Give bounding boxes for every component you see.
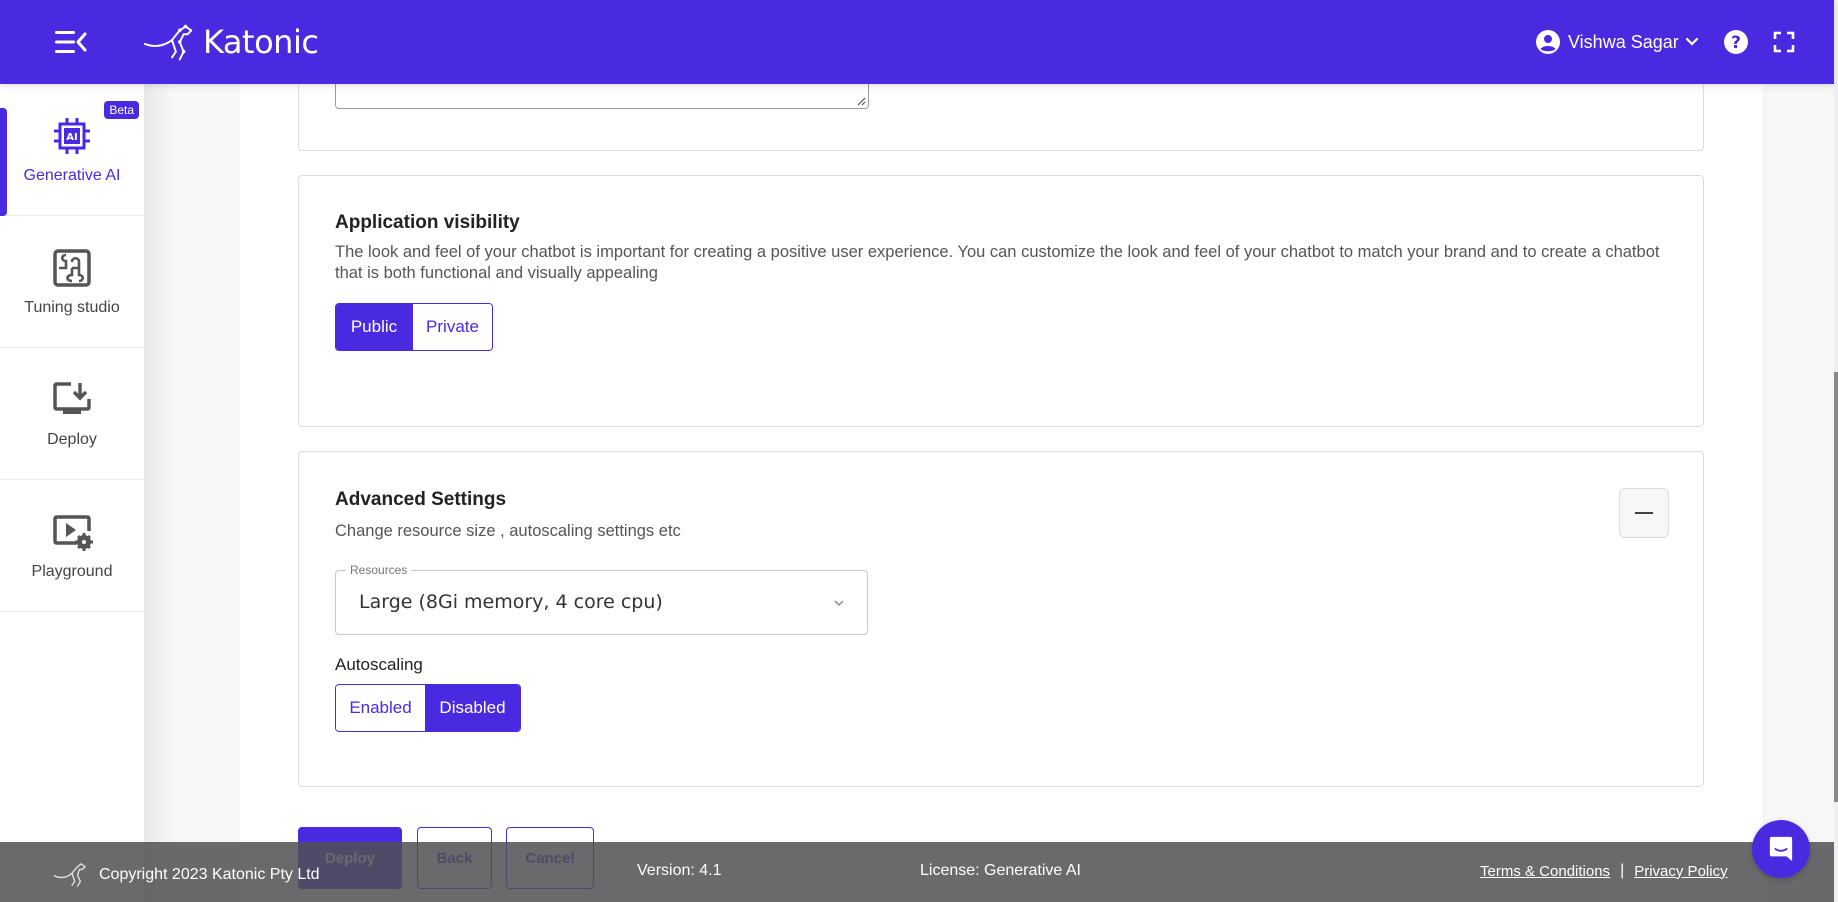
autoscaling-toggle: Enabled Disabled (335, 684, 521, 732)
monitor-download-icon (53, 381, 91, 414)
disabled-option[interactable]: Disabled (425, 685, 520, 731)
menu-collapse-icon[interactable] (55, 28, 87, 56)
top-header: Katonic Vishwa Sagar ? (0, 0, 1834, 84)
right-gutter (1762, 84, 1834, 902)
puzzle-icon (53, 248, 91, 287)
footer: Copyright 2023 Katonic Pty Ltd Version: … (0, 842, 1834, 902)
user-name: Vishwa Sagar (1568, 31, 1679, 52)
sidebar-item-label: Playground (31, 562, 113, 580)
version-text: Version: 4.1 (637, 862, 722, 879)
sidebar-item-deploy[interactable]: Deploy (0, 348, 144, 480)
kangaroo-logo-icon (143, 24, 193, 61)
resources-select[interactable]: Resources Large (8Gi memory, 4 core cpu) (335, 563, 868, 635)
collapse-button[interactable] (1619, 488, 1669, 538)
katonic-logo[interactable]: Katonic (143, 20, 319, 64)
minus-icon (1635, 511, 1653, 515)
sidebar-item-label: Generative AI (23, 166, 121, 184)
sidebar-item-generative-ai[interactable]: Beta AI Generative AI (0, 84, 144, 216)
scrollbar-thumb[interactable] (1834, 372, 1838, 802)
brand-name: Katonic (203, 23, 319, 61)
chat-widget-button[interactable] (1752, 820, 1810, 878)
video-settings-icon (53, 514, 93, 551)
license-text: License: Generative AI (920, 862, 1081, 879)
user-avatar-icon (1536, 30, 1560, 54)
chevron-down-icon (1685, 37, 1698, 46)
section-title: Advanced Settings (335, 489, 507, 510)
footer-copyright: Copyright 2023 Katonic Pty Ltd (53, 862, 320, 888)
ai-chip-icon: AI (54, 117, 90, 154)
section-description: The look and feel of your chatbot is imp… (335, 243, 1660, 282)
terms-link[interactable]: Terms & Conditions (1480, 863, 1610, 880)
section-description: Change resource size , autoscaling setti… (335, 522, 681, 540)
sidebar-item-label: Deploy (47, 430, 97, 448)
link-separator: | (1620, 862, 1625, 879)
svg-text:?: ? (1731, 33, 1741, 53)
resize-handle-icon[interactable] (856, 96, 866, 106)
svg-text:AI: AI (66, 132, 77, 143)
sidebar-item-playground[interactable]: Playground (0, 480, 144, 612)
enabled-option[interactable]: Enabled (336, 685, 425, 731)
visibility-toggle: Public Private (335, 303, 493, 351)
copyright-text: Copyright 2023 Katonic Pty Ltd (99, 866, 320, 883)
private-option[interactable]: Private (412, 304, 492, 350)
help-icon[interactable]: ? (1723, 29, 1749, 55)
content-gutter (144, 84, 240, 902)
resources-label: Resources (346, 563, 412, 577)
public-option[interactable]: Public (336, 304, 412, 350)
resources-value: Large (8Gi memory, 4 core cpu) (359, 591, 663, 613)
fullscreen-icon[interactable] (1773, 31, 1795, 53)
sidebar-item-label: Tuning studio (24, 298, 120, 316)
privacy-link[interactable]: Privacy Policy (1634, 863, 1727, 880)
active-indicator (0, 108, 7, 216)
advanced-settings-card: Advanced Settings Change resource size ,… (298, 451, 1704, 787)
application-visibility-card: Application visibility The look and feel… (298, 175, 1704, 427)
chat-bubble-icon (1769, 836, 1793, 862)
autoscaling-label: Autoscaling (335, 655, 423, 674)
user-menu[interactable]: Vishwa Sagar (1536, 26, 1699, 58)
kangaroo-logo-icon (53, 862, 87, 887)
chevron-down-icon (834, 600, 844, 606)
sidebar-item-tuning-studio[interactable]: Tuning studio (0, 216, 144, 348)
sidebar: Beta AI Generative AI Tuning studio Depl… (0, 84, 144, 902)
beta-badge: Beta (104, 101, 139, 119)
footer-links: Terms & Conditions | Privacy Policy (1480, 862, 1728, 880)
section-title: Application visibility (335, 212, 520, 233)
